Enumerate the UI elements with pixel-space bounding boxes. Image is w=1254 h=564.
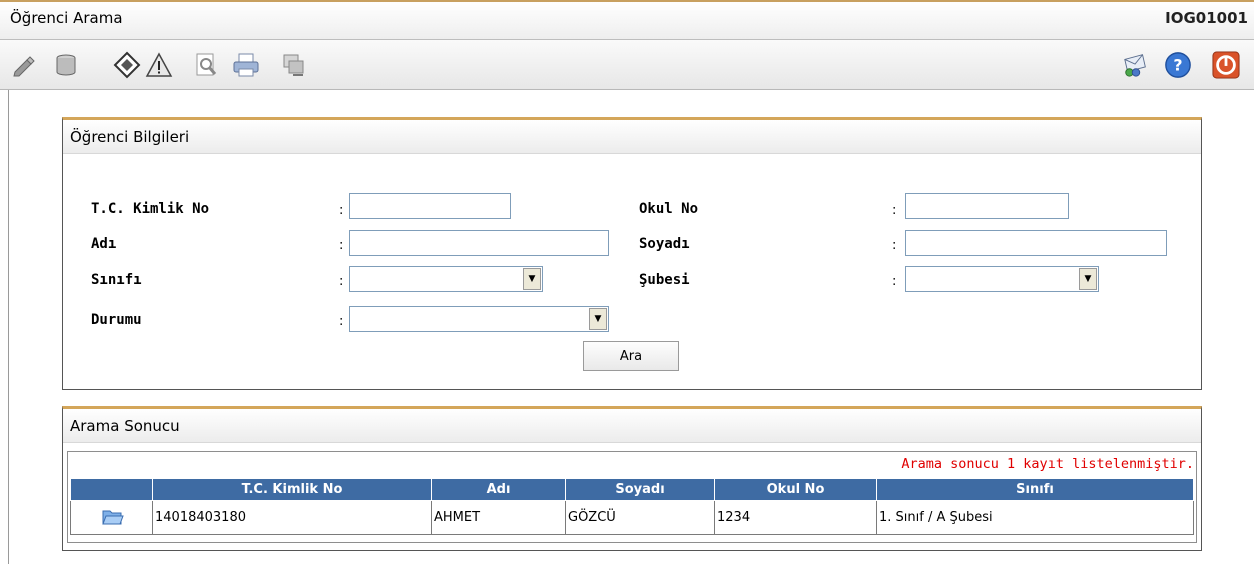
chevron-down-icon[interactable]: ▼ [589,308,607,330]
tag-icon[interactable] [113,51,141,79]
tc-input[interactable] [349,193,511,219]
search-result-panel: Arama Sonucu Arama sonucu 1 kayıt listel… [62,406,1202,551]
colon: : [339,314,344,329]
colon: : [892,203,897,218]
cell-tc: 14018403180 [152,500,432,535]
result-table: T.C. Kimlik No Adı Soyadı Okul No Sınıfı… [70,478,1194,535]
search-button[interactable]: Ara [583,341,679,371]
panel-title: Öğrenci Bilgileri [63,120,1201,154]
pencil-icon[interactable] [10,51,38,79]
column-header-tc[interactable]: T.C. Kimlik No [152,478,432,501]
sinifi-select[interactable]: ▼ [349,266,543,292]
okulno-input[interactable] [905,193,1069,219]
messages-icon[interactable] [1122,51,1150,79]
student-info-panel: Öğrenci Bilgileri T.C. Kimlik No : Okul … [62,117,1202,390]
title-bar: Öğrenci Arama IOG01001 [0,0,1254,40]
export-icon[interactable] [280,51,308,79]
cell-sinifi: 1. Sınıf / A Şubesi [876,500,1194,535]
svg-text:?: ? [1173,56,1182,75]
soyadi-label: Soyadı [639,236,690,252]
okulno-label: Okul No [639,201,699,217]
adi-input[interactable] [349,230,609,256]
column-header-soyadi[interactable]: Soyadı [565,478,715,501]
colon: : [892,238,897,253]
page-title: Öğrenci Arama [10,9,123,27]
sinifi-label: Sınıfı [91,272,142,288]
table-row: 14018403180 AHMET GÖZCÜ 1234 1. Sınıf / … [70,500,1194,535]
result-count-message: Arama sonucu 1 kayıt listelenmiştir. [901,456,1194,472]
subesi-select[interactable]: ▼ [905,266,1099,292]
screen-code: IOG01001 [1165,9,1248,27]
colon: : [339,203,344,218]
durumu-select[interactable]: ▼ [349,306,609,332]
subesi-label: Şubesi [639,272,690,288]
search-document-icon[interactable] [193,51,221,79]
printer-icon[interactable] [232,51,260,79]
warning-icon[interactable] [145,51,173,79]
table-header-row: T.C. Kimlik No Adı Soyadı Okul No Sınıfı [70,478,1194,501]
left-border-line [8,90,9,564]
column-header-sinifi[interactable]: Sınıfı [876,478,1194,501]
power-icon[interactable] [1212,51,1240,79]
column-header-adi[interactable]: Adı [431,478,566,501]
cell-soyadi: GÖZCÜ [565,500,715,535]
cell-okulno: 1234 [714,500,877,535]
result-table-container: Arama sonucu 1 kayıt listelenmiştir. T.C… [67,451,1197,543]
colon: : [892,274,897,289]
column-header-action [70,478,153,501]
soyadi-input[interactable] [905,230,1167,256]
tc-label: T.C. Kimlik No [91,201,210,217]
colon: : [339,274,344,289]
panel-title: Arama Sonucu [63,409,1201,443]
cell-adi: AHMET [431,500,566,535]
column-header-okulno[interactable]: Okul No [714,478,877,501]
durumu-label: Durumu [91,312,142,328]
help-icon[interactable]: ? [1164,51,1192,79]
database-icon[interactable] [52,51,80,79]
adi-label: Adı [91,236,117,252]
colon: : [339,238,344,253]
toolbar: ? [0,40,1254,90]
chevron-down-icon[interactable]: ▼ [523,268,541,290]
row-action-cell [70,500,153,535]
chevron-down-icon[interactable]: ▼ [1079,268,1097,290]
open-folder-icon[interactable] [101,507,124,525]
